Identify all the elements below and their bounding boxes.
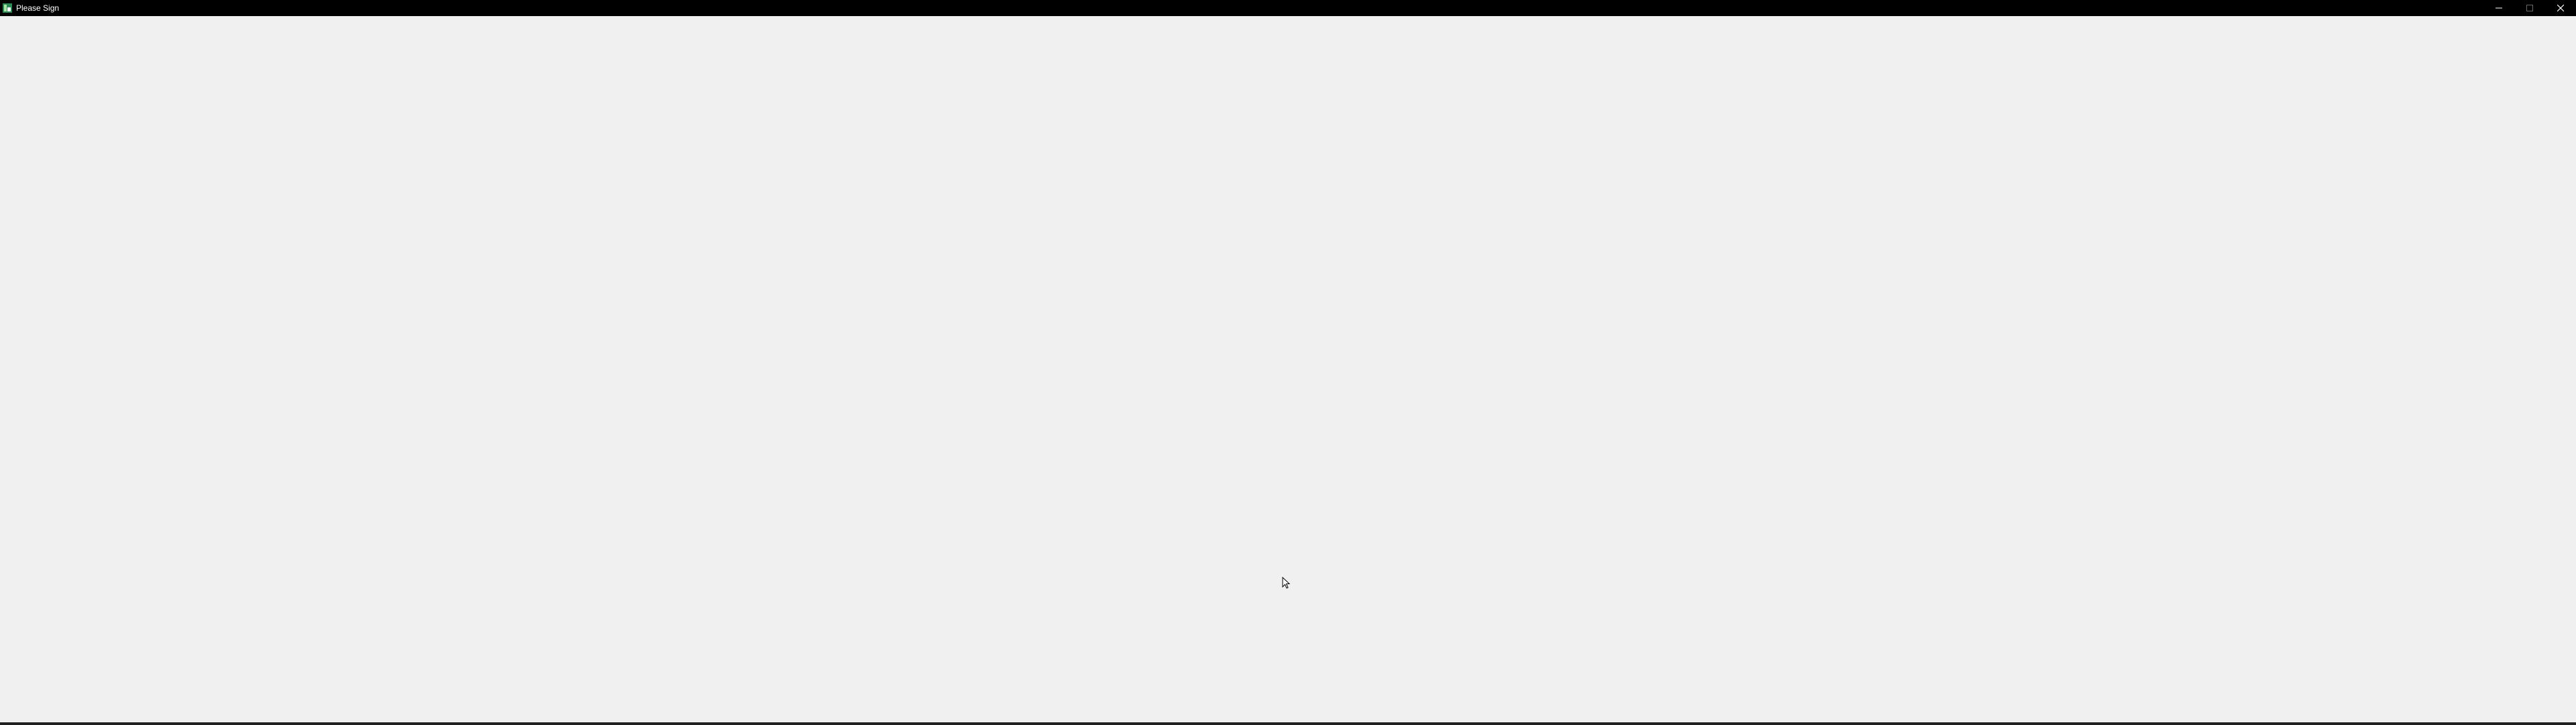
client-area [0,16,2576,722]
window-controls [2483,0,2576,16]
title-bar[interactable]: Please Sign [0,0,2576,16]
app-icon [3,3,12,13]
signature-window: Please Sign [0,0,2576,725]
maximize-icon [2526,5,2533,11]
close-button[interactable] [2545,0,2576,16]
window-bottom-border [0,722,2576,725]
minimize-icon [2496,7,2502,9]
minimize-button[interactable] [2483,0,2514,16]
signature-pad[interactable] [0,16,2576,722]
maximize-button[interactable] [2514,0,2545,16]
window-title: Please Sign [16,3,60,13]
close-icon [2557,5,2564,11]
